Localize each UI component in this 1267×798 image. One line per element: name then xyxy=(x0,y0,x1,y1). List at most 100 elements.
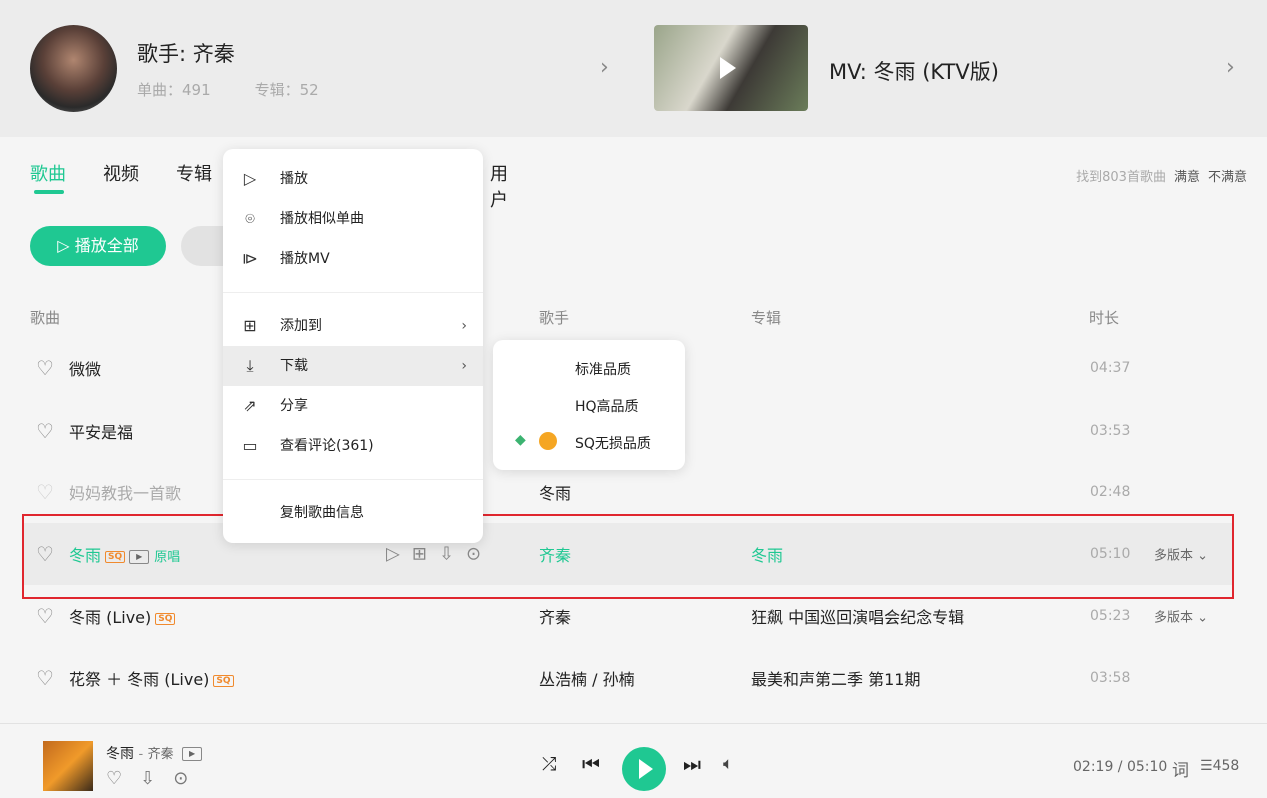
artist-avatar[interactable] xyxy=(30,25,117,112)
tab-videos[interactable]: 视频 xyxy=(103,160,139,186)
player-bar: 冬雨 - 齐秦 ▶ ♡⇩⊙ ⤮ ⏮ ⏭ 🔈︎ 02:19 / 05:10 词 ☰… xyxy=(0,723,1267,798)
menu-item-play[interactable]: ▷ 播放 xyxy=(223,159,483,199)
heart-icon[interactable]: ♡ xyxy=(36,666,54,690)
col-singer: 歌手 xyxy=(539,309,570,327)
player-actions: ♡⇩⊙ xyxy=(106,768,206,789)
menu-label: 播放 xyxy=(280,171,308,187)
singer[interactable]: 冬雨 xyxy=(539,480,571,504)
menu-item-play-mv[interactable]: ⧐ 播放MV xyxy=(223,239,483,279)
play-button[interactable] xyxy=(622,747,666,791)
radio-icon: ⌾ xyxy=(245,209,255,228)
play-all-label: 播放全部 xyxy=(74,236,139,255)
singer[interactable]: 丛浩楠 / 孙楠 xyxy=(539,666,635,690)
song-title[interactable]: 平安是福 xyxy=(69,419,133,443)
col-album: 专辑 xyxy=(751,309,782,327)
versions-dropdown[interactable]: 多版本 ⌄ xyxy=(1154,607,1208,626)
menu-item-play-similar[interactable]: ⌾ 播放相似单曲 xyxy=(223,199,483,239)
result-count: 找到803首歌曲 xyxy=(1076,170,1166,185)
heart-icon[interactable]: ♡ xyxy=(36,480,54,504)
col-song: 歌曲 xyxy=(30,309,61,327)
now-playing-title[interactable]: 冬雨 xyxy=(106,746,134,762)
queue-count: 458 xyxy=(1212,758,1240,774)
add-icon: ⊞ xyxy=(243,316,257,335)
col-duration: 时长 xyxy=(1089,309,1120,327)
menu-item-comments[interactable]: ▭ 查看评论(361) xyxy=(223,426,483,466)
download-icon: ⤓ xyxy=(246,356,254,375)
duration: 02:48 xyxy=(1090,484,1131,500)
now-playing: 冬雨 - 齐秦 ▶ xyxy=(106,743,203,763)
quality-standard[interactable]: 标准品质 xyxy=(575,359,631,379)
menu-item-add-to[interactable]: ⊞ 添加到 › xyxy=(223,306,483,346)
lyrics-button[interactable]: 词 xyxy=(1172,756,1189,781)
heart-icon[interactable]: ♡ xyxy=(106,768,140,789)
quality-sq[interactable]: SQ无损品质 xyxy=(575,433,651,453)
satisfied-link[interactable]: 满意 xyxy=(1174,170,1200,185)
unsatisfied-link[interactable]: 不满意 xyxy=(1208,170,1247,185)
versions-label: 多版本 xyxy=(1154,610,1194,626)
heart-icon[interactable]: ♡ xyxy=(36,419,54,443)
mv-thumbnail[interactable] xyxy=(654,25,808,111)
albums-count: 专辑：52 xyxy=(254,81,319,99)
chevron-right-icon: › xyxy=(461,358,467,374)
duration: 03:58 xyxy=(1090,670,1131,686)
menu-label: 分享 xyxy=(280,398,308,414)
tab-albums[interactable]: 专辑 xyxy=(176,160,212,186)
download-submenu: 标准品质 HQ高品质 ◆ SQ无损品质 xyxy=(493,340,685,470)
duration: 05:23 xyxy=(1090,608,1131,624)
menu-item-copy-info[interactable]: 复制歌曲信息 xyxy=(223,493,483,533)
album[interactable]: 最美和声第二季 第11期 xyxy=(751,666,920,690)
volume-icon[interactable]: 🔈︎ xyxy=(723,754,733,774)
download-icon[interactable]: ⇩ xyxy=(140,768,173,789)
previous-icon[interactable]: ⏮ xyxy=(582,752,600,776)
mv-icon[interactable]: ▶ xyxy=(182,747,203,761)
album-cover[interactable] xyxy=(43,741,93,791)
mv-icon: ⧐ xyxy=(242,249,258,268)
heart-icon[interactable]: ♡ xyxy=(36,356,54,380)
divider xyxy=(223,292,483,293)
chevron-right-icon[interactable]: › xyxy=(600,55,609,80)
vip-icon xyxy=(539,432,557,450)
tab-users[interactable]: 用户 xyxy=(490,160,508,212)
mv-title[interactable]: MV: 冬雨 (KTV版) xyxy=(829,56,999,86)
menu-label: 播放MV xyxy=(280,251,330,267)
song-title-text: 冬雨 (Live) xyxy=(69,608,152,627)
play-all-button[interactable]: ▷ 播放全部 xyxy=(30,226,166,266)
song-title[interactable]: 花祭 ＋ 冬雨 (Live) SQ xyxy=(69,666,234,690)
song-title[interactable]: 冬雨 (Live) SQ xyxy=(69,604,176,628)
menu-label: 添加到 xyxy=(280,318,322,334)
menu-label: 播放相似单曲 xyxy=(280,211,364,227)
menu-label: 下载 xyxy=(280,358,308,374)
table-row[interactable]: ♡ 冬雨 (Live) SQ 齐秦 狂飙 中国巡回演唱会纪念专辑 05:23 多版… xyxy=(24,585,1234,647)
sq-badge: SQ xyxy=(213,674,234,687)
chevron-right-icon[interactable]: › xyxy=(1226,55,1235,80)
singer[interactable]: 齐秦 xyxy=(539,604,571,628)
menu-label: 查看评论(361) xyxy=(280,438,374,454)
search-tabs: 歌曲 视频 专辑 用户 xyxy=(30,160,508,211)
playlist-button[interactable]: ☰458 xyxy=(1200,758,1239,774)
next-icon[interactable]: ⏭ xyxy=(683,752,701,776)
more-icon[interactable]: ⊙ xyxy=(173,768,206,789)
play-icon: ▷ xyxy=(243,169,257,188)
now-playing-artist[interactable]: 齐秦 xyxy=(148,747,174,762)
heart-icon[interactable]: ♡ xyxy=(36,604,54,628)
divider xyxy=(223,479,483,480)
table-row[interactable]: ♡ 花祭 ＋ 冬雨 (Live) SQ 丛浩楠 / 孙楠 最美和声第二季 第11期… xyxy=(24,647,1234,709)
duration: 04:37 xyxy=(1090,360,1131,376)
menu-item-download[interactable]: ⤓ 下载 › xyxy=(223,346,483,386)
album[interactable]: 狂飙 中国巡回演唱会纪念专辑 xyxy=(751,604,964,628)
menu-label: 复制歌曲信息 xyxy=(280,505,364,521)
song-title[interactable]: 微微 xyxy=(69,356,101,380)
context-menu: ▷ 播放 ⌾ 播放相似单曲 ⧐ 播放MV ⊞ 添加到 › ⤓ 下载 › ⇗ 分享 ▭ 查看评论(3… xyxy=(223,149,483,543)
menu-item-share[interactable]: ⇗ 分享 xyxy=(223,386,483,426)
chevron-right-icon: › xyxy=(461,318,467,334)
song-title-text: 花祭 ＋ 冬雨 (Live) xyxy=(69,670,210,689)
chevron-down-icon: ⌄ xyxy=(1197,610,1209,626)
quality-hq[interactable]: HQ高品质 xyxy=(575,396,639,416)
artist-counts: 单曲：491 专辑：52 xyxy=(137,79,363,100)
tab-songs[interactable]: 歌曲 xyxy=(30,160,66,194)
song-title[interactable]: 妈妈教我一首歌 xyxy=(69,480,181,504)
playlist-icon: ☰ xyxy=(1200,758,1213,774)
share-icon: ⇗ xyxy=(243,396,257,415)
shuffle-icon[interactable]: ⤮ xyxy=(542,754,556,775)
singer-name[interactable]: 歌手: 齐秦 xyxy=(137,38,235,68)
